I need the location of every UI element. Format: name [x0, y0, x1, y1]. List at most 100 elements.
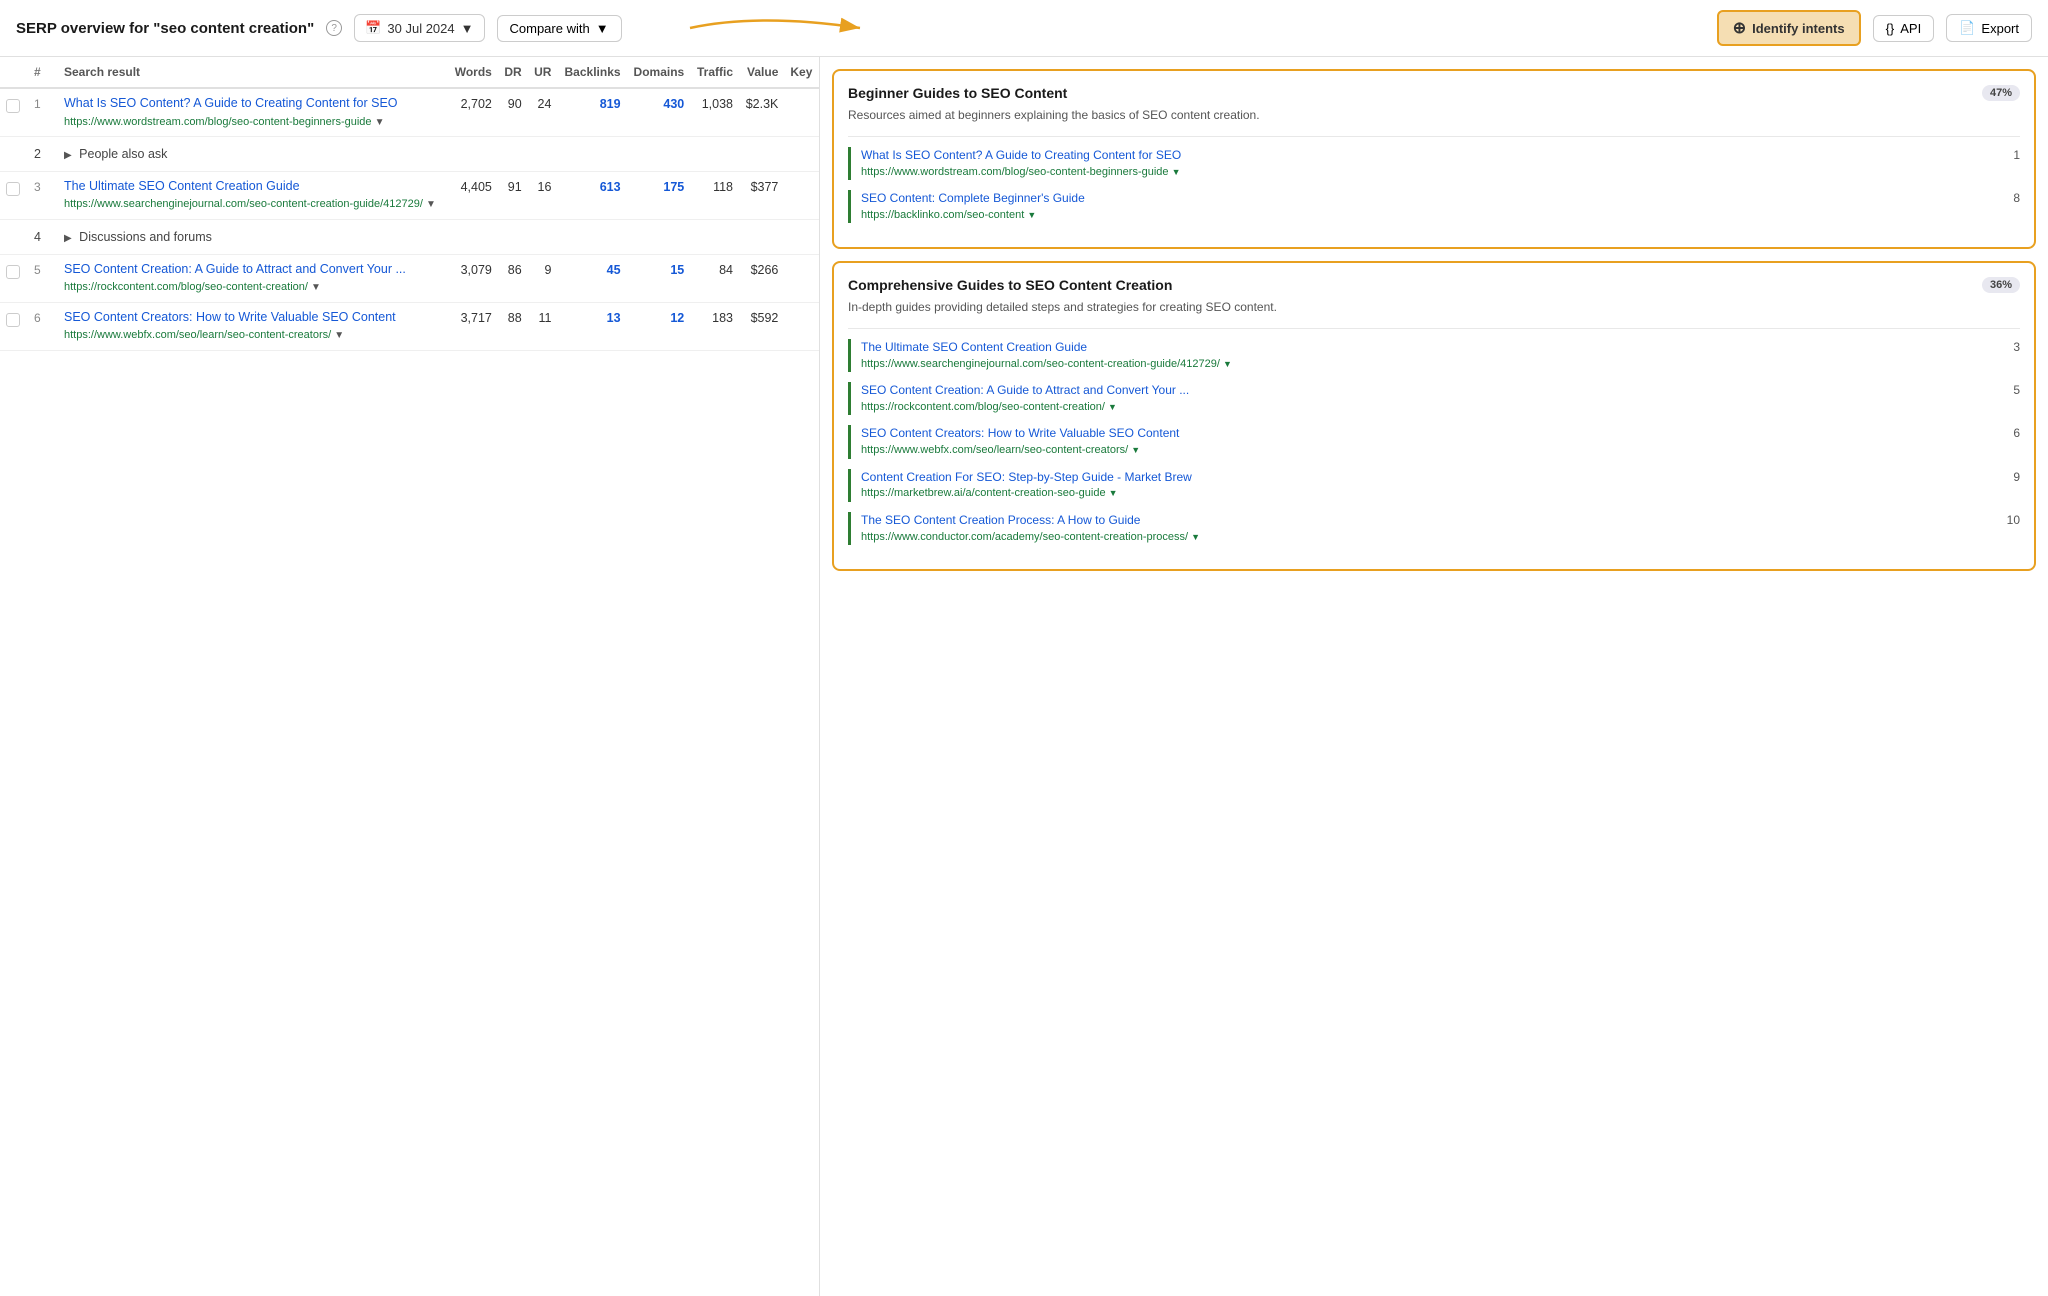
intent-result-url[interactable]: https://www.webfx.com/seo/learn/seo-cont… [861, 443, 2005, 458]
date-picker[interactable]: 📅 30 Jul 2024 ▼ [354, 14, 484, 42]
row-domains[interactable]: 12 [627, 302, 691, 350]
identify-label: Identify intents [1752, 21, 1844, 36]
row-checkbox[interactable] [0, 171, 28, 219]
intent-result-num: 9 [2013, 469, 2020, 484]
intent-url-dropdown-icon[interactable]: ▼ [1172, 167, 1181, 177]
compare-label: Compare with [510, 21, 590, 36]
result-url[interactable]: https://www.searchenginejournal.com/seo-… [64, 197, 442, 212]
intent-url-dropdown-icon[interactable]: ▼ [1108, 402, 1117, 412]
intent-result-title[interactable]: SEO Content Creators: How to Write Valua… [861, 425, 2005, 442]
intent-result-num: 5 [2013, 382, 2020, 397]
intent-url-dropdown-icon[interactable]: ▼ [1131, 445, 1140, 455]
row-backlinks[interactable]: 13 [557, 302, 626, 350]
result-link[interactable]: The Ultimate SEO Content Creation Guide [64, 178, 442, 196]
row-domains[interactable]: 15 [627, 254, 691, 302]
page-title: SERP overview for "seo content creation" [16, 20, 314, 37]
intent-url-dropdown-icon[interactable]: ▼ [1027, 210, 1036, 220]
intent-result-title[interactable]: SEO Content Creation: A Guide to Attract… [861, 382, 2005, 399]
result-url[interactable]: https://www.webfx.com/seo/learn/seo-cont… [64, 328, 442, 343]
row-num: 1 [28, 88, 58, 136]
api-button[interactable]: {} API [1873, 15, 1935, 42]
intent-url-dropdown-icon[interactable]: ▼ [1109, 488, 1118, 498]
identify-plus-icon: ⊕ [1733, 18, 1746, 38]
intent-result-link[interactable]: SEO Content Creators: How to Write Valua… [861, 426, 1179, 440]
row-checkbox[interactable] [0, 302, 28, 350]
row-backlinks[interactable]: 819 [557, 88, 626, 136]
percent-badge: 36% [1982, 277, 2020, 293]
url-dropdown-icon[interactable]: ▼ [311, 282, 321, 293]
intent-url-dropdown-icon[interactable]: ▼ [1223, 359, 1232, 369]
checkbox-input[interactable] [6, 313, 20, 327]
url-dropdown-icon[interactable]: ▼ [375, 117, 385, 128]
intent-result-content: What Is SEO Content? A Guide to Creating… [861, 147, 2005, 180]
url-dropdown-icon[interactable]: ▼ [334, 330, 344, 341]
page-header: SERP overview for "seo content creation"… [0, 0, 2048, 57]
intent-result-title[interactable]: The SEO Content Creation Process: A How … [861, 512, 1999, 529]
col-num: # [28, 57, 58, 88]
help-icon[interactable]: ? [326, 20, 342, 36]
intent-result-link[interactable]: The Ultimate SEO Content Creation Guide [861, 340, 1087, 354]
row-result: What Is SEO Content? A Guide to Creating… [58, 88, 448, 136]
row-traffic: 1,038 [690, 88, 739, 136]
result-title[interactable]: SEO Content Creators: How to Write Valua… [64, 309, 442, 327]
table-row: 3 The Ultimate SEO Content Creation Guid… [0, 171, 819, 219]
result-link[interactable]: SEO Content Creation: A Guide to Attract… [64, 261, 442, 279]
checkbox-input[interactable] [6, 99, 20, 113]
intent-result-content: SEO Content Creation: A Guide to Attract… [861, 382, 2005, 415]
identify-intents-button[interactable]: ⊕ Identify intents [1717, 10, 1861, 46]
result-link[interactable]: SEO Content Creators: How to Write Valua… [64, 309, 442, 327]
intent-result-link[interactable]: What Is SEO Content? A Guide to Creating… [861, 148, 1181, 162]
result-link[interactable]: What Is SEO Content? A Guide to Creating… [64, 95, 442, 113]
result-title[interactable]: What Is SEO Content? A Guide to Creating… [64, 95, 442, 113]
intent-result-title[interactable]: What Is SEO Content? A Guide to Creating… [861, 147, 2005, 164]
intent-result-link[interactable]: SEO Content Creation: A Guide to Attract… [861, 383, 1189, 397]
result-title[interactable]: SEO Content Creation: A Guide to Attract… [64, 261, 442, 279]
row-words: 4,405 [448, 171, 498, 219]
row-num: 3 [28, 171, 58, 219]
result-url[interactable]: https://rockcontent.com/blog/seo-content… [64, 280, 442, 295]
row-value: $592 [739, 302, 784, 350]
table-row: 6 SEO Content Creators: How to Write Val… [0, 302, 819, 350]
row-backlinks[interactable]: 613 [557, 171, 626, 219]
checkbox-input[interactable] [6, 265, 20, 279]
intent-card-header: Beginner Guides to SEO Content 47% [848, 85, 2020, 101]
intent-url-dropdown-icon[interactable]: ▼ [1191, 532, 1200, 542]
row-special-label[interactable]: ▶ Discussions and forums [58, 219, 819, 254]
url-dropdown-icon[interactable]: ▼ [426, 199, 436, 210]
intent-result-item: What Is SEO Content? A Guide to Creating… [848, 147, 2020, 180]
intent-result-title[interactable]: The Ultimate SEO Content Creation Guide [861, 339, 2005, 356]
intent-result-item: SEO Content Creators: How to Write Valua… [848, 425, 2020, 458]
intent-result-url[interactable]: https://marketbrew.ai/a/content-creation… [861, 486, 2005, 501]
row-result: The Ultimate SEO Content Creation Guide … [58, 171, 448, 219]
intent-result-link[interactable]: Content Creation For SEO: Step-by-Step G… [861, 470, 1192, 484]
intent-result-url[interactable]: https://www.wordstream.com/blog/seo-cont… [861, 165, 2005, 180]
intent-result-link[interactable]: The SEO Content Creation Process: A How … [861, 513, 1140, 527]
row-domains[interactable]: 175 [627, 171, 691, 219]
checkbox-input[interactable] [6, 182, 20, 196]
row-backlinks[interactable]: 45 [557, 254, 626, 302]
intent-card-desc: In-depth guides providing detailed steps… [848, 299, 2020, 316]
row-checkbox [0, 136, 28, 171]
intent-result-title[interactable]: SEO Content: Complete Beginner's Guide [861, 190, 2005, 207]
compare-button[interactable]: Compare with ▼ [497, 15, 622, 42]
export-label: Export [1981, 21, 2019, 36]
intent-result-url[interactable]: https://www.searchenginejournal.com/seo-… [861, 357, 2005, 372]
intent-result-link[interactable]: SEO Content: Complete Beginner's Guide [861, 191, 1085, 205]
export-button[interactable]: 📄 Export [1946, 14, 2032, 42]
row-checkbox[interactable] [0, 254, 28, 302]
row-domains[interactable]: 430 [627, 88, 691, 136]
special-row: 4 ▶ Discussions and forums [0, 219, 819, 254]
result-url[interactable]: https://www.wordstream.com/blog/seo-cont… [64, 115, 442, 130]
intent-result-url[interactable]: https://backlinko.com/seo-content ▼ [861, 208, 2005, 223]
row-special-label[interactable]: ▶ People also ask [58, 136, 819, 171]
row-words: 3,079 [448, 254, 498, 302]
intent-result-url[interactable]: https://rockcontent.com/blog/seo-content… [861, 400, 2005, 415]
intent-result-content: Content Creation For SEO: Step-by-Step G… [861, 469, 2005, 502]
col-checkbox [0, 57, 28, 88]
row-num: 6 [28, 302, 58, 350]
intent-result-url[interactable]: https://www.conductor.com/academy/seo-co… [861, 530, 1999, 545]
row-dr: 88 [498, 302, 528, 350]
intent-result-title[interactable]: Content Creation For SEO: Step-by-Step G… [861, 469, 2005, 486]
row-checkbox[interactable] [0, 88, 28, 136]
result-title[interactable]: The Ultimate SEO Content Creation Guide [64, 178, 442, 196]
